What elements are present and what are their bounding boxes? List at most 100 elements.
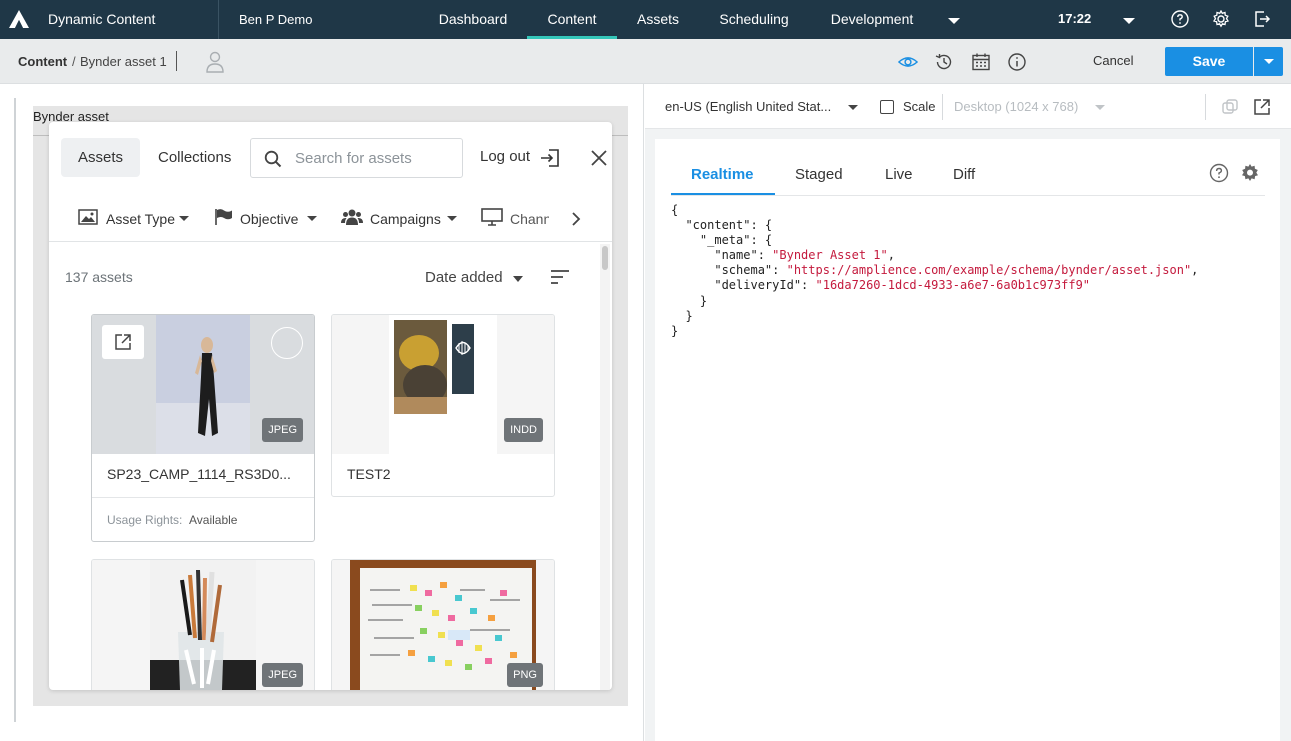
usage-rights: Usage Rights: Available bbox=[92, 497, 314, 541]
amplience-logo-icon[interactable] bbox=[8, 9, 30, 29]
nav-content[interactable]: Content bbox=[527, 0, 617, 39]
tabs-divider bbox=[671, 195, 1265, 196]
hub-name[interactable]: Ben P Demo bbox=[239, 12, 312, 27]
tab-realtime[interactable]: Realtime bbox=[691, 166, 754, 183]
nav-scheduling[interactable]: Scheduling bbox=[706, 0, 802, 39]
scale-checkbox[interactable] bbox=[880, 100, 894, 114]
chevron-down-icon[interactable] bbox=[513, 276, 523, 282]
filter-label: Campaigns bbox=[370, 211, 441, 227]
sort-icon[interactable] bbox=[550, 269, 570, 285]
bynder-asset-picker: Assets Collections Search for assets Log… bbox=[49, 122, 612, 690]
tab-assets[interactable]: Assets bbox=[61, 138, 141, 177]
nav-assets[interactable]: Assets bbox=[627, 0, 689, 39]
info-icon[interactable] bbox=[1007, 52, 1027, 72]
eye-icon[interactable] bbox=[898, 52, 918, 72]
nav-dashboard[interactable]: Dashboard bbox=[427, 0, 519, 39]
chevron-down-icon bbox=[179, 216, 189, 221]
filter-asset-type[interactable]: Asset Type bbox=[78, 208, 193, 230]
calendar-icon[interactable] bbox=[971, 52, 991, 72]
filter-channels[interactable]: Chann bbox=[481, 208, 549, 230]
chevron-down-icon[interactable] bbox=[848, 105, 858, 110]
json-string: "16da7260-1dcd-4933-a6e7-6a0b1c973ff9" bbox=[815, 278, 1091, 293]
filter-bar: Asset Type Objective Campaigns Chann bbox=[49, 196, 612, 242]
tab-live[interactable]: Live bbox=[885, 166, 913, 183]
clock-time: 17:22 bbox=[1058, 11, 1092, 26]
cancel-button[interactable]: Cancel bbox=[1093, 53, 1133, 68]
content-toolbar: Content / Bynder asset 1 Cancel Save bbox=[0, 39, 1291, 84]
breadcrumb-current: Bynder asset 1 bbox=[80, 54, 167, 69]
json-code: { "content": { "_meta": { "name": "Bynde… bbox=[671, 203, 1199, 338]
breadcrumb-root[interactable]: Content bbox=[18, 54, 67, 69]
json-string: "https://amplience.com/example/schema/by… bbox=[786, 263, 1192, 278]
usage-rights-label: Usage Rights: bbox=[107, 513, 183, 527]
json-key: "name": bbox=[671, 248, 773, 263]
scrollbar[interactable] bbox=[600, 244, 610, 690]
asset-name: SP23_CAMP_1114_RS3D0... bbox=[107, 466, 291, 482]
logout-icon[interactable] bbox=[540, 148, 560, 168]
asset-thumbnail: INDD bbox=[332, 315, 554, 454]
search-icon bbox=[264, 150, 282, 168]
sort-dropdown[interactable]: Date added bbox=[425, 269, 503, 286]
tab-diff[interactable]: Diff bbox=[953, 166, 975, 183]
file-type-badge: PNG bbox=[507, 663, 543, 687]
asset-name: TEST2 bbox=[347, 466, 391, 482]
close-icon[interactable] bbox=[590, 149, 608, 167]
json-line: { bbox=[671, 203, 679, 217]
tab-collections[interactable]: Collections bbox=[141, 138, 248, 177]
image-icon bbox=[78, 209, 98, 225]
save-options-dropdown[interactable] bbox=[1254, 47, 1283, 76]
select-checkbox[interactable] bbox=[271, 327, 303, 359]
open-external-icon[interactable] bbox=[1253, 98, 1271, 116]
file-type-badge: JPEG bbox=[262, 418, 303, 442]
chevron-down-icon[interactable] bbox=[1095, 105, 1105, 110]
json-preview-card: Realtime Staged Live Diff { "content": {… bbox=[655, 139, 1280, 741]
preview-toolbar: en-US (English United Stat... Scale Desk… bbox=[645, 84, 1291, 129]
document-preview-icon bbox=[389, 315, 497, 454]
json-line: "content": { bbox=[671, 218, 773, 233]
copy-icon[interactable] bbox=[1221, 98, 1239, 116]
json-key: "deliveryId": bbox=[671, 278, 816, 293]
json-key: "schema": bbox=[671, 263, 787, 278]
locale-select[interactable]: en-US (English United Stat... bbox=[665, 99, 831, 114]
filter-campaigns[interactable]: Campaigns bbox=[341, 208, 459, 230]
filter-label: Chann bbox=[510, 211, 549, 227]
active-tab-indicator bbox=[671, 193, 775, 195]
logout-icon[interactable] bbox=[1253, 10, 1271, 28]
help-icon[interactable] bbox=[1171, 10, 1189, 28]
search-input[interactable]: Search for assets bbox=[250, 138, 463, 178]
history-icon[interactable] bbox=[934, 52, 954, 72]
chevron-down-icon bbox=[307, 216, 317, 221]
asset-thumbnail: JPEG bbox=[92, 560, 314, 690]
chevron-down-icon[interactable] bbox=[945, 12, 963, 30]
monitor-icon bbox=[481, 208, 503, 226]
asset-card[interactable]: PNG bbox=[331, 559, 555, 690]
scrollbar-thumb[interactable] bbox=[602, 246, 608, 270]
scale-label: Scale bbox=[903, 99, 936, 114]
json-line: } bbox=[671, 293, 708, 308]
gear-icon[interactable] bbox=[1240, 163, 1260, 183]
chevron-down-icon[interactable] bbox=[1120, 12, 1138, 30]
asset-thumbnail: JPEG bbox=[92, 315, 314, 454]
asset-card[interactable]: JPEG SP23_CAMP_1114_RS3D0... Usage Right… bbox=[91, 314, 315, 542]
asset-card[interactable]: JPEG bbox=[91, 559, 315, 690]
device-select[interactable]: Desktop (1024 x 768) bbox=[954, 99, 1078, 114]
chevron-right-icon[interactable] bbox=[569, 209, 583, 229]
tab-staged[interactable]: Staged bbox=[795, 166, 843, 183]
chevron-down-icon bbox=[447, 216, 457, 221]
nav-development[interactable]: Development bbox=[817, 0, 927, 39]
filter-objective[interactable]: Objective bbox=[214, 208, 319, 230]
asset-count: 137 assets bbox=[65, 269, 133, 285]
asset-card[interactable]: INDD TEST2 bbox=[331, 314, 555, 497]
pens-photo-icon bbox=[150, 560, 256, 690]
breadcrumb-divider bbox=[176, 51, 177, 71]
toolbar-divider bbox=[942, 94, 943, 120]
file-type-badge: INDD bbox=[504, 418, 543, 442]
help-icon[interactable] bbox=[1209, 163, 1229, 183]
filter-label: Asset Type bbox=[106, 211, 176, 227]
user-icon[interactable] bbox=[205, 51, 225, 73]
open-external-button[interactable] bbox=[102, 325, 144, 359]
save-button[interactable]: Save bbox=[1165, 47, 1253, 76]
gear-icon[interactable] bbox=[1212, 10, 1230, 28]
open-external-icon bbox=[115, 334, 131, 350]
logout-button[interactable]: Log out bbox=[480, 148, 530, 165]
